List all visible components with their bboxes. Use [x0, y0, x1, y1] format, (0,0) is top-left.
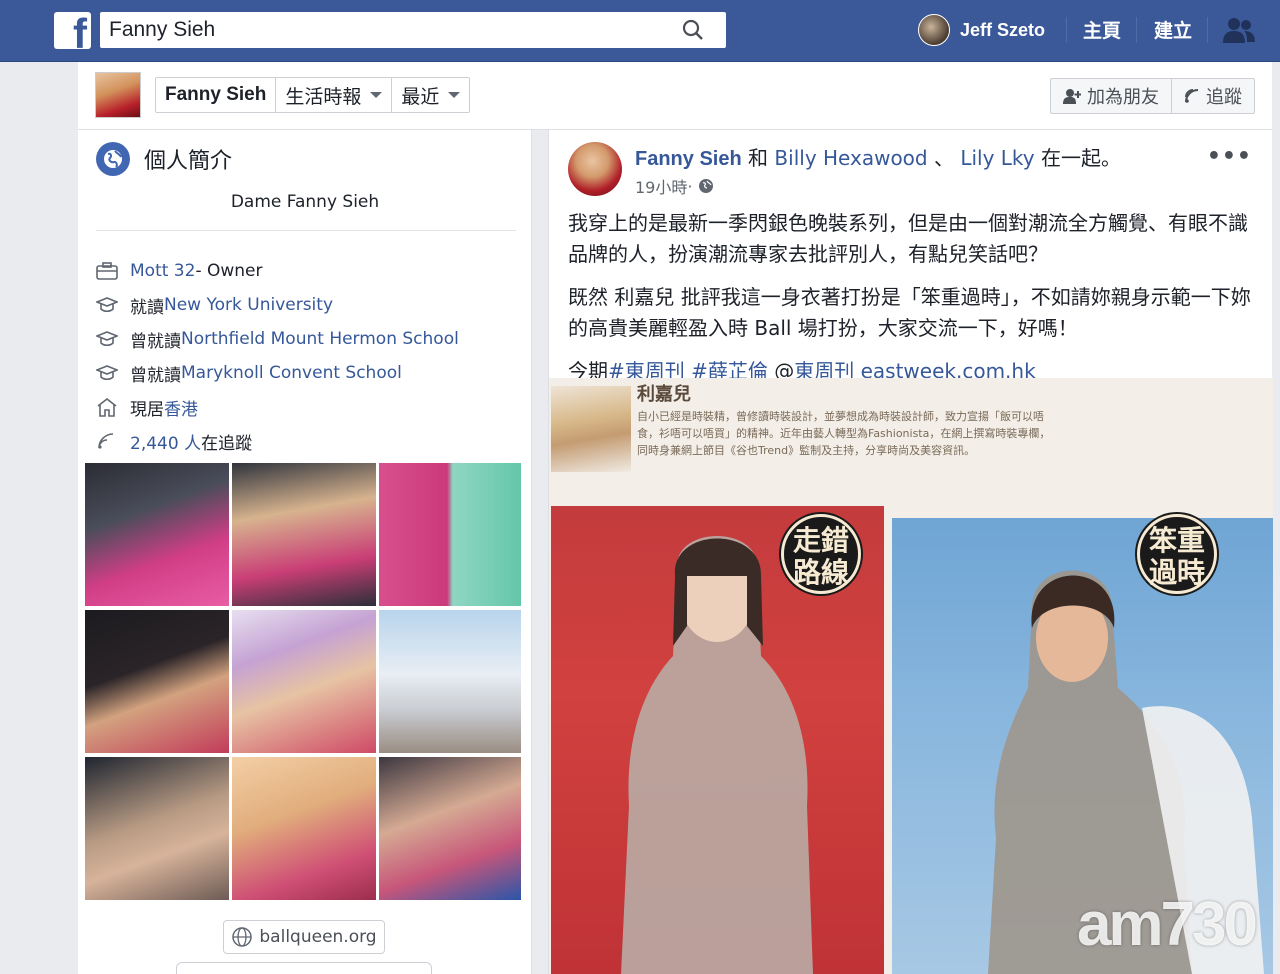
education-item: 就讀 New York University [95, 288, 459, 322]
search-button[interactable] [662, 12, 726, 48]
intro-details-list: Mott 32 - Owner 就讀 New York University 曾… [95, 254, 459, 458]
globe-icon [96, 142, 130, 176]
avatar [918, 14, 950, 46]
chevron-down-icon [370, 92, 383, 98]
magazine-portrait [551, 386, 631, 472]
divider [1207, 17, 1208, 43]
follow-button[interactable]: 追蹤 [1172, 79, 1254, 113]
add-friend-button[interactable]: 加為朋友 [1051, 79, 1172, 113]
photo-thumbnail[interactable] [85, 610, 229, 753]
follow-icon [1185, 89, 1199, 103]
top-navigation-bar: f Jeff Szeto 主頁 建立 [0, 0, 1280, 62]
school-link[interactable]: Northfield Mount Hermon School [181, 329, 459, 349]
graduation-cap-icon [95, 293, 119, 317]
separator-text: 、 [927, 146, 961, 170]
graduation-cap-icon [95, 327, 119, 351]
post-paragraph: 既然 利嘉兒 批評我這一身衣著打扮是「笨重過時」，不如請妳親身示範一下妳的高貴美… [568, 285, 1251, 340]
globe-icon[interactable] [698, 178, 714, 194]
post-paragraph: 我穿上的是最新一季閃銀色晚裝系列，但是由一個對潮流全方觸覺、有眼不識品牌的人，扮… [568, 211, 1248, 266]
followers-suffix: 在追蹤 [201, 433, 253, 454]
feed-post: Fanny Sieh 和 Billy Hexawood 、 Lily Lky 在… [548, 130, 1273, 974]
education-prefix: 曾就讀 [130, 365, 181, 386]
breadcrumb: Fanny Sieh 生活時報 最近 [155, 77, 471, 113]
photo-thumbnail[interactable] [232, 610, 376, 753]
divider [1066, 17, 1067, 43]
photo-thumbnail[interactable] [232, 757, 376, 900]
photo-thumbnail[interactable] [379, 757, 521, 900]
followers-count-link[interactable]: 2,440 人 [130, 429, 201, 454]
magazine-seal: 走錯路線 [781, 514, 861, 594]
intro-card: 個人簡介 Dame Fanny Sieh Mott 32 - Owner 就讀 … [78, 130, 532, 974]
lives-in-prefix: 現居 [130, 399, 164, 420]
add-friend-label: 加為朋友 [1087, 87, 1159, 108]
education-prefix: 曾就讀 [130, 331, 181, 352]
education-prefix: 就讀 [130, 297, 164, 318]
tagged-user-link[interactable]: Lily Lky [960, 146, 1034, 170]
recent-label: 最近 [401, 85, 440, 108]
school-link[interactable]: Maryknoll Convent School [181, 363, 402, 383]
create-link[interactable]: 建立 [1154, 16, 1192, 43]
photo-thumbnail[interactable] [85, 463, 229, 606]
divider [96, 230, 516, 231]
magazine-caption: 自小已經是時裝精，曾修讀時裝設計，並夢想成為時裝設計師，致力宣揚「飯可以唔食，衫… [637, 410, 1051, 457]
website-label: ballqueen.org [259, 927, 377, 947]
more-options-button[interactable]: ••• [1207, 144, 1252, 169]
work-item: Mott 32 - Owner [95, 254, 459, 288]
profile-subheader: Fanny Sieh 生活時報 最近 加為朋友 追蹤 [78, 62, 1272, 130]
post-body: 我穿上的是最新一季閃銀色晚裝系列，但是由一個對潮流全方觸覺、有眼不識品牌的人，扮… [568, 208, 1258, 399]
chevron-down-icon [448, 92, 461, 98]
magazine-name: 利嘉兒 [637, 384, 691, 405]
photo-thumbnail[interactable] [232, 463, 376, 606]
timeline-dropdown[interactable]: 生活時報 [276, 78, 393, 112]
with-text: 和 [741, 146, 775, 170]
home-icon [95, 395, 119, 419]
watermark-logo: am730 [1076, 890, 1258, 959]
recent-dropdown[interactable]: 最近 [392, 78, 469, 112]
search-icon [682, 19, 703, 40]
author-avatar[interactable] [568, 142, 622, 196]
tagged-user-link[interactable]: Billy Hexawood [774, 146, 927, 170]
education-item: 曾就讀 Northfield Mount Hermon School [95, 322, 459, 356]
partial-input-box [176, 962, 432, 974]
intro-title: 個人簡介 [144, 149, 233, 174]
lives-in-link[interactable]: 香港 [164, 395, 198, 420]
post-meta: 19小時 · [635, 174, 714, 198]
profile-action-buttons: 加為朋友 追蹤 [1050, 78, 1255, 114]
follow-label: 追蹤 [1206, 87, 1242, 108]
education-item: 曾就讀 Maryknoll Convent School [95, 356, 459, 390]
work-org-link[interactable]: Mott 32 [130, 261, 195, 281]
search-box [100, 12, 726, 48]
divider [1136, 17, 1137, 43]
with-suffix: 在一起。 [1034, 146, 1121, 170]
add-friend-icon [1063, 89, 1081, 104]
globe-icon [232, 927, 253, 947]
followers-item: 2,440 人在追蹤 [95, 424, 459, 458]
user-name: Jeff Szeto [960, 19, 1046, 40]
friend-requests-icon[interactable] [1222, 16, 1256, 44]
briefcase-icon [95, 259, 119, 283]
profile-shortcut[interactable]: Jeff Szeto [918, 13, 1045, 47]
website-link[interactable]: ballqueen.org [223, 920, 385, 954]
profile-name-crumb[interactable]: Fanny Sieh [156, 78, 277, 112]
photo-thumbnail[interactable] [85, 757, 229, 900]
magazine-seal: 笨重過時 [1137, 514, 1217, 594]
post-timestamp[interactable]: 19小時 [635, 174, 687, 198]
post-image[interactable]: 利嘉兒 自小已經是時裝精，曾修讀時裝設計，並夢想成為時裝設計師，致力宣揚「飯可以… [549, 378, 1273, 974]
photo-thumbnail[interactable] [379, 463, 521, 606]
graduation-cap-icon [95, 361, 119, 385]
facebook-logo-icon[interactable]: f [54, 12, 91, 49]
intro-header: 個人簡介 [96, 142, 232, 176]
intro-bio: Dame Fanny Sieh [230, 192, 380, 212]
school-link[interactable]: New York University [164, 295, 333, 315]
rss-icon [95, 429, 119, 453]
author-name-link[interactable]: Fanny Sieh [635, 148, 742, 170]
timeline-label: 生活時報 [285, 85, 362, 108]
photo-thumbnail[interactable] [379, 610, 521, 753]
work-role: - Owner [195, 261, 263, 281]
search-input[interactable] [100, 12, 670, 48]
home-link[interactable]: 主頁 [1083, 16, 1121, 43]
lives-in-item: 現居 香港 [95, 390, 459, 424]
profile-avatar[interactable] [95, 72, 141, 118]
post-header: Fanny Sieh 和 Billy Hexawood 、 Lily Lky 在… [635, 142, 1121, 171]
